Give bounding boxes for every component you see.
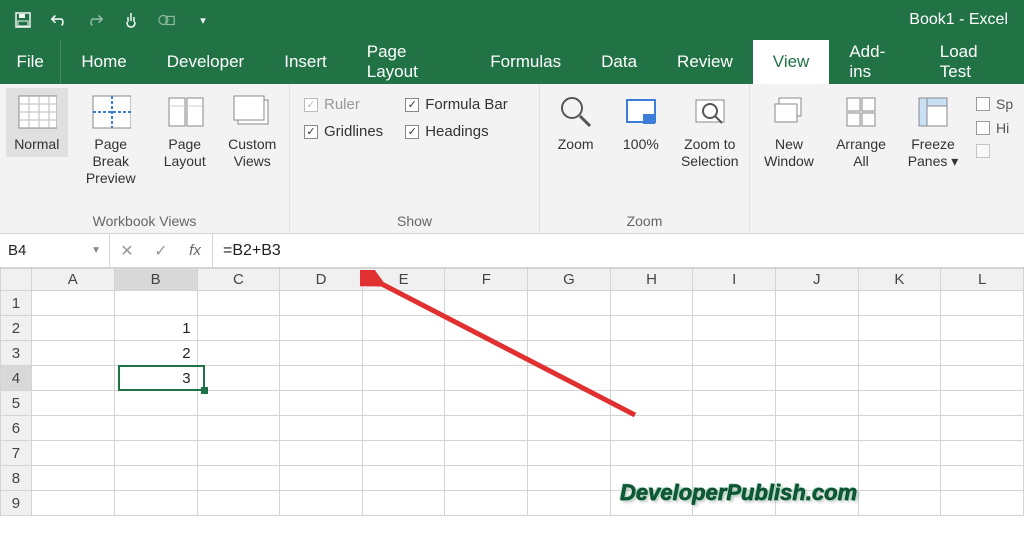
tab-load-test[interactable]: Load Test <box>920 40 1024 84</box>
row-header[interactable]: 7 <box>1 441 32 466</box>
zoom-icon <box>556 92 596 132</box>
gridlines-checkbox[interactable]: ✓Gridlines <box>304 123 383 140</box>
tab-developer[interactable]: Developer <box>147 40 265 84</box>
split-button[interactable]: Sp <box>976 96 1013 112</box>
col-header[interactable]: I <box>693 269 776 291</box>
cell[interactable] <box>114 291 197 316</box>
tab-page-layout[interactable]: Page Layout <box>347 40 471 84</box>
cell-B3[interactable]: 2 <box>114 341 197 366</box>
group-workbook-views: Normal Page Break Preview Page Layout Cu… <box>0 84 290 233</box>
page-layout-button[interactable]: Page Layout <box>154 88 216 174</box>
row-header[interactable]: 3 <box>1 341 32 366</box>
cell-B4[interactable]: 3 <box>114 366 197 391</box>
spreadsheet-grid[interactable]: A B C D E F G H I J K L 1 21 32 43 5 6 7… <box>0 268 1024 516</box>
group-label-workbook-views: Workbook Views <box>6 211 283 231</box>
tab-view[interactable]: View <box>753 40 830 84</box>
ribbon-tabs: File Home Developer Insert Page Layout F… <box>0 40 1024 84</box>
col-header[interactable]: A <box>31 269 114 291</box>
headings-checkbox[interactable]: ✓Headings <box>405 123 508 140</box>
tab-add-ins[interactable]: Add-ins <box>829 40 919 84</box>
col-header[interactable]: H <box>610 269 693 291</box>
group-label-show: Show <box>296 211 533 231</box>
undo-icon[interactable] <box>50 11 68 29</box>
tab-insert[interactable]: Insert <box>264 40 347 84</box>
qat-customize-icon[interactable]: ▾ <box>194 11 212 29</box>
group-zoom: Zoom 100% Zoom to Selection Zoom <box>540 84 750 233</box>
cell-B2[interactable]: 1 <box>114 316 197 341</box>
custom-views-icon <box>232 92 272 132</box>
new-window-icon <box>769 92 809 132</box>
ruler-checkbox: ✓Ruler <box>304 96 383 113</box>
group-show: ✓Ruler ✓Gridlines ✓Formula Bar ✓Headings… <box>290 84 540 233</box>
row-header[interactable]: 5 <box>1 391 32 416</box>
arrange-all-button[interactable]: Arrange All <box>828 88 894 174</box>
col-header[interactable]: C <box>197 269 280 291</box>
unhide-button[interactable] <box>976 144 1013 158</box>
freeze-panes-button[interactable]: Freeze Panes ▾ <box>900 88 966 174</box>
window-title: Book1 - Excel <box>909 11 1008 29</box>
row-header[interactable]: 9 <box>1 491 32 516</box>
hide-button[interactable]: Hi <box>976 120 1013 136</box>
zoom-100-icon <box>621 92 661 132</box>
name-box[interactable]: B4▼ <box>0 234 110 267</box>
ribbon: Normal Page Break Preview Page Layout Cu… <box>0 84 1024 234</box>
normal-view-button[interactable]: Normal <box>6 88 68 157</box>
new-window-button[interactable]: New Window <box>756 88 822 174</box>
enter-formula-icon[interactable]: ✓ <box>144 241 178 261</box>
formula-bar: B4▼ ✕ ✓ fx =B2+B3 <box>0 234 1024 268</box>
zoom-button[interactable]: Zoom <box>546 88 605 157</box>
tab-home[interactable]: Home <box>61 40 146 84</box>
page-break-icon <box>91 92 131 132</box>
zoom-selection-icon <box>690 92 730 132</box>
cancel-formula-icon[interactable]: ✕ <box>110 241 144 261</box>
watermark-text: DeveloperPublish.com <box>620 480 857 506</box>
col-header[interactable]: F <box>445 269 528 291</box>
page-break-preview-button[interactable]: Page Break Preview <box>74 88 148 190</box>
custom-views-button[interactable]: Custom Views <box>221 88 283 174</box>
col-header[interactable]: L <box>941 269 1024 291</box>
redo-icon[interactable] <box>86 11 104 29</box>
col-header[interactable]: K <box>858 269 941 291</box>
row-header[interactable]: 1 <box>1 291 32 316</box>
freeze-panes-icon <box>913 92 953 132</box>
cell[interactable] <box>31 291 114 316</box>
tab-data[interactable]: Data <box>581 40 657 84</box>
row-header[interactable]: 4 <box>1 366 32 391</box>
group-window: New Window Arrange All Freeze Panes ▾ Sp… <box>750 84 1024 233</box>
shapes-icon[interactable] <box>158 11 176 29</box>
col-header[interactable]: D <box>280 269 363 291</box>
row-header[interactable]: 6 <box>1 416 32 441</box>
col-header[interactable]: E <box>362 269 445 291</box>
title-bar: ▾ Book1 - Excel <box>0 0 1024 40</box>
arrange-all-icon <box>841 92 881 132</box>
select-all-corner[interactable] <box>1 269 32 291</box>
page-layout-icon <box>165 92 205 132</box>
row-header[interactable]: 2 <box>1 316 32 341</box>
col-header[interactable]: B <box>114 269 197 291</box>
touch-mode-icon[interactable] <box>122 11 140 29</box>
col-header[interactable]: G <box>528 269 611 291</box>
formula-bar-checkbox[interactable]: ✓Formula Bar <box>405 96 508 113</box>
zoom-100-button[interactable]: 100% <box>611 88 670 157</box>
row-header[interactable]: 8 <box>1 466 32 491</box>
group-label-zoom: Zoom <box>546 211 743 231</box>
save-icon[interactable] <box>14 11 32 29</box>
normal-view-icon <box>17 92 57 132</box>
tab-review[interactable]: Review <box>657 40 753 84</box>
quick-access-toolbar: ▾ <box>8 11 212 29</box>
insert-function-icon[interactable]: fx <box>178 242 212 259</box>
name-box-dropdown-icon[interactable]: ▼ <box>91 245 101 256</box>
tab-formulas[interactable]: Formulas <box>470 40 581 84</box>
col-header[interactable]: J <box>775 269 858 291</box>
zoom-selection-button[interactable]: Zoom to Selection <box>677 88 743 174</box>
tab-file[interactable]: File <box>0 40 61 84</box>
formula-input[interactable]: =B2+B3 <box>213 234 1024 267</box>
